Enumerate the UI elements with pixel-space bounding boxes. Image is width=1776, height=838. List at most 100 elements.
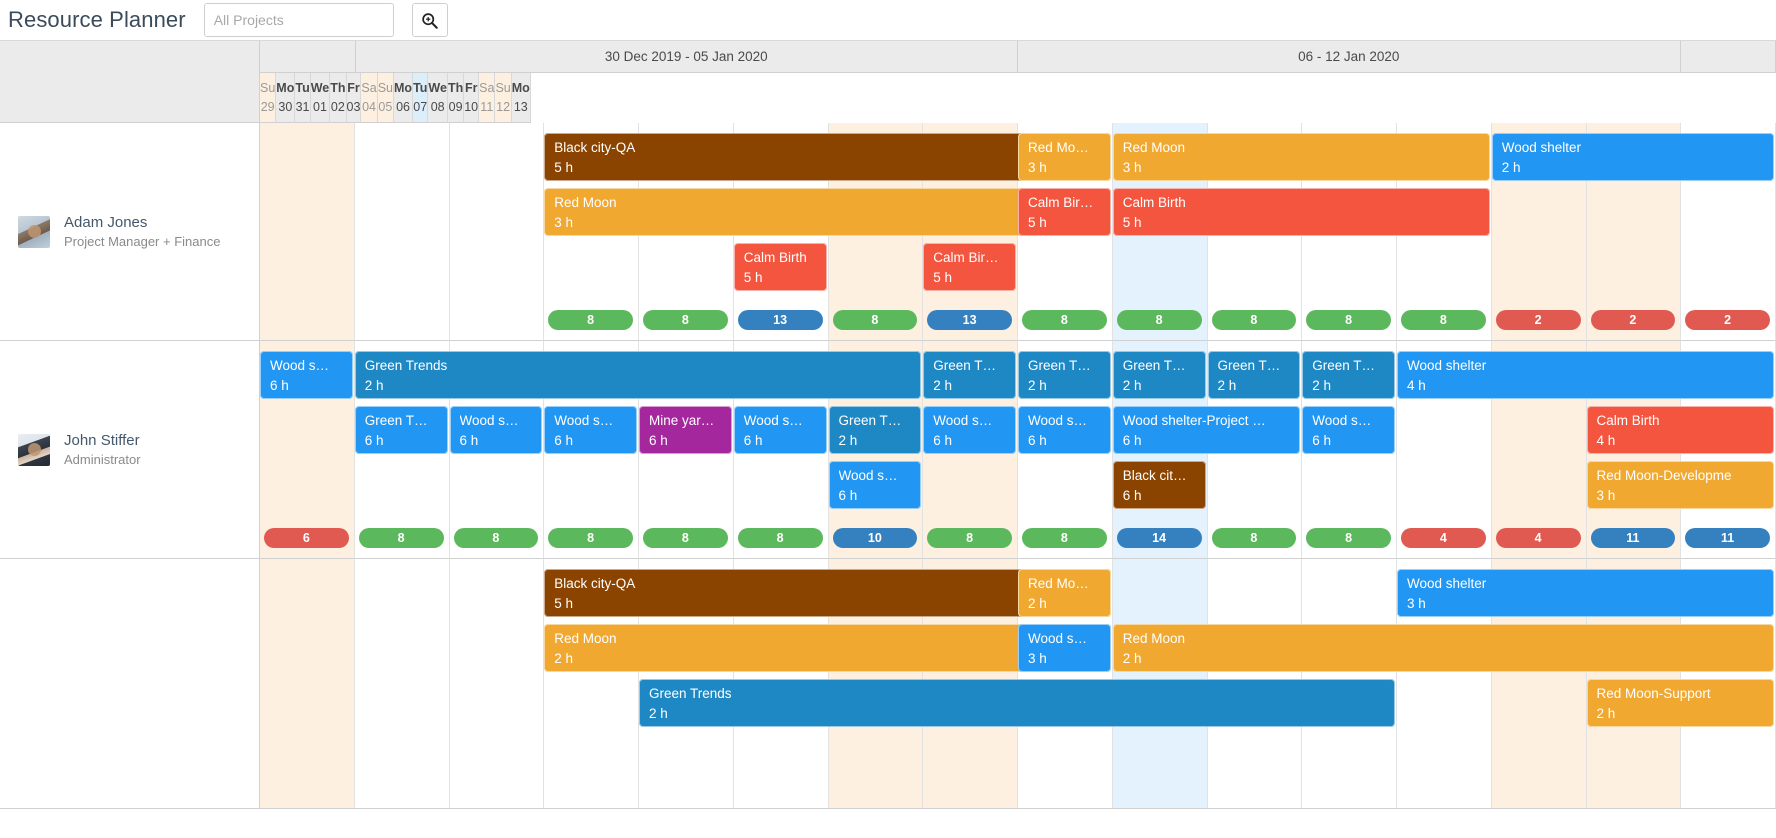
day-header-fr-03[interactable]: Fr 03 xyxy=(346,73,362,123)
resource-cell[interactable]: John Stiffer Administrator xyxy=(0,341,260,559)
utilization-badge[interactable]: 8 xyxy=(1022,310,1107,330)
task-bar[interactable]: Green T… 2 h xyxy=(1018,351,1111,399)
task-hours: 6 h xyxy=(1028,432,1047,448)
utilization-badge[interactable]: 8 xyxy=(643,528,728,548)
utilization-badge[interactable]: 8 xyxy=(927,528,1012,548)
utilization-badge[interactable]: 8 xyxy=(737,528,823,548)
day-number: 30 xyxy=(278,99,293,114)
day-header-we-01[interactable]: We 01 xyxy=(310,73,331,123)
task-bar[interactable]: Wood s… 6 h xyxy=(544,406,637,454)
utilization-badge[interactable]: 8 xyxy=(1211,528,1297,548)
task-bar[interactable]: Green T… 2 h xyxy=(1112,351,1206,399)
day-header-th-02[interactable]: Th 02 xyxy=(330,73,347,123)
utilization-badge[interactable]: 13 xyxy=(927,310,1012,330)
task-bar[interactable]: Calm Birth 4 h xyxy=(1586,406,1774,454)
task-bar[interactable]: Wood s… 6 h xyxy=(733,406,827,454)
day-header-mo-06[interactable]: Mo 06 xyxy=(394,73,414,123)
utilization-badge[interactable]: 8 xyxy=(1116,310,1202,330)
day-header-su-29[interactable]: Su 29 xyxy=(260,73,277,123)
task-bar[interactable]: Calm Birth 5 h xyxy=(1112,188,1490,236)
resource-planner-grid[interactable]: 30 Dec 2019 - 05 Jan 2020 06 - 12 Jan 202… xyxy=(0,40,1776,838)
task-bar[interactable]: Wood shelter-Project … 6 h xyxy=(1112,406,1301,454)
day-header-tu-07[interactable]: Tu 07 xyxy=(413,73,429,123)
day-number: 09 xyxy=(448,99,463,114)
day-header-mo-30[interactable]: Mo 30 xyxy=(276,73,296,123)
utilization-badge[interactable]: 8 xyxy=(1022,528,1107,548)
task-bar[interactable]: Green Trends 2 h xyxy=(354,351,922,399)
utilization-badge[interactable]: 11 xyxy=(1590,528,1676,548)
task-hours: 5 h xyxy=(933,269,953,285)
task-bar[interactable]: Calm Bir… 5 h xyxy=(1018,188,1111,236)
utilization-badge[interactable]: 2 xyxy=(1590,310,1676,330)
search-button[interactable] xyxy=(411,3,448,37)
task-title: Wood s… xyxy=(1028,413,1088,428)
task-bar[interactable]: Wood shelter 3 h xyxy=(1397,569,1774,617)
task-bar[interactable]: Red Mo… 2 h xyxy=(1018,569,1111,617)
day-header-tu-31[interactable]: Tu 31 xyxy=(295,73,311,123)
task-bar[interactable]: Red Moon 3 h xyxy=(1112,133,1490,181)
task-bar[interactable]: Black cit… 6 h xyxy=(1112,461,1206,509)
day-header-su-05[interactable]: Su 05 xyxy=(377,73,395,123)
day-of-week: Su xyxy=(495,81,511,96)
task-bar[interactable]: Mine yar… 6 h xyxy=(639,406,732,454)
task-bar[interactable]: Green T… 2 h xyxy=(828,406,922,454)
task-bar[interactable]: Wood shelter 4 h xyxy=(1397,351,1774,399)
utilization-badge[interactable]: 6 xyxy=(264,528,349,548)
task-bar[interactable]: Green T… 2 h xyxy=(1207,351,1301,399)
utilization-badge[interactable]: 11 xyxy=(1685,528,1770,548)
day-header-sa-04[interactable]: Sa 04 xyxy=(361,73,378,123)
task-bar[interactable]: Wood s… 6 h xyxy=(828,461,922,509)
utilization-badge[interactable]: 8 xyxy=(643,310,728,330)
day-header-su-12[interactable]: Su 12 xyxy=(495,73,512,123)
task-bar[interactable]: Wood s… 3 h xyxy=(1018,624,1111,672)
task-bar[interactable]: Green Trends 2 h xyxy=(639,679,1395,727)
utilization-badge[interactable]: 8 xyxy=(548,528,633,548)
task-bar[interactable]: Green T… 2 h xyxy=(923,351,1016,399)
utilization-badge[interactable]: 2 xyxy=(1495,310,1581,330)
day-header-we-08[interactable]: We 08 xyxy=(428,73,448,123)
utilization-badge[interactable]: 8 xyxy=(1401,310,1486,330)
task-title: Red Moon-Developme xyxy=(1596,468,1732,483)
utilization-badge[interactable]: 8 xyxy=(1211,310,1297,330)
task-bar[interactable]: Wood s… 6 h xyxy=(449,406,543,454)
task-bar[interactable]: Red Moon 2 h xyxy=(1112,624,1774,672)
utilization-badge[interactable]: 8 xyxy=(453,528,539,548)
task-bar[interactable]: Red Moon-Support 2 h xyxy=(1586,679,1774,727)
task-bar[interactable]: Green T… 2 h xyxy=(1302,351,1395,399)
task-bar[interactable]: Red Moon-Developme 3 h xyxy=(1586,461,1774,509)
utilization-badge[interactable]: 8 xyxy=(358,528,444,548)
day-header-fr-10[interactable]: Fr 10 xyxy=(464,73,480,123)
task-bar[interactable]: Wood s… 6 h xyxy=(1018,406,1111,454)
task-bar[interactable]: Calm Bir… 5 h xyxy=(923,243,1016,291)
utilization-badge[interactable]: 2 xyxy=(1685,310,1770,330)
resource-meta: John Stiffer Administrator xyxy=(64,431,141,469)
resource-cell[interactable] xyxy=(0,559,260,809)
utilization-badge[interactable]: 8 xyxy=(1306,528,1391,548)
utilization-badge[interactable]: 8 xyxy=(1306,310,1391,330)
day-header-corner xyxy=(0,73,260,123)
utilization-badge[interactable]: 8 xyxy=(832,310,918,330)
timeline-lane-area[interactable]: Black city-QA 5 h Red Mo… 3 h Red Moon 3 h Woo… xyxy=(260,123,1776,341)
resource-meta: Adam Jones Project Manager + Finance xyxy=(64,213,220,251)
task-bar[interactable]: Red Mo… 3 h xyxy=(1018,133,1111,181)
day-header-mo-13[interactable]: Mo 13 xyxy=(511,73,531,123)
task-bar[interactable]: Wood s… 6 h xyxy=(260,351,353,399)
utilization-badge[interactable]: 10 xyxy=(832,528,918,548)
day-header-th-09[interactable]: Th 09 xyxy=(447,73,465,123)
utilization-badge[interactable]: 4 xyxy=(1401,528,1486,548)
task-bar[interactable]: Calm Birth 5 h xyxy=(733,243,827,291)
utilization-badge[interactable]: 4 xyxy=(1495,528,1581,548)
task-bar[interactable]: Wood s… 6 h xyxy=(1302,406,1395,454)
timeline-lane-area[interactable]: Wood s… 6 h Green Trends 2 h Green T… 2 h Gree… xyxy=(260,341,1776,559)
task-bar[interactable]: Green T… 6 h xyxy=(354,406,448,454)
timeline-lane-area[interactable]: Black city-QA 5 h Red Mo… 2 h Wood shelter 3 … xyxy=(260,559,1776,809)
project-filter-input[interactable] xyxy=(203,3,394,37)
task-bar[interactable]: Wood s… 6 h xyxy=(923,406,1016,454)
utilization-badge[interactable]: 14 xyxy=(1116,528,1202,548)
resource-cell[interactable]: Adam Jones Project Manager + Finance xyxy=(0,123,260,341)
utilization-badge[interactable]: 13 xyxy=(737,310,823,330)
utilization-badge[interactable]: 8 xyxy=(548,310,633,330)
task-bar[interactable]: Wood shelter 2 h xyxy=(1491,133,1774,181)
day-number: 07 xyxy=(413,99,428,114)
day-header-sa-11[interactable]: Sa 11 xyxy=(479,73,496,123)
